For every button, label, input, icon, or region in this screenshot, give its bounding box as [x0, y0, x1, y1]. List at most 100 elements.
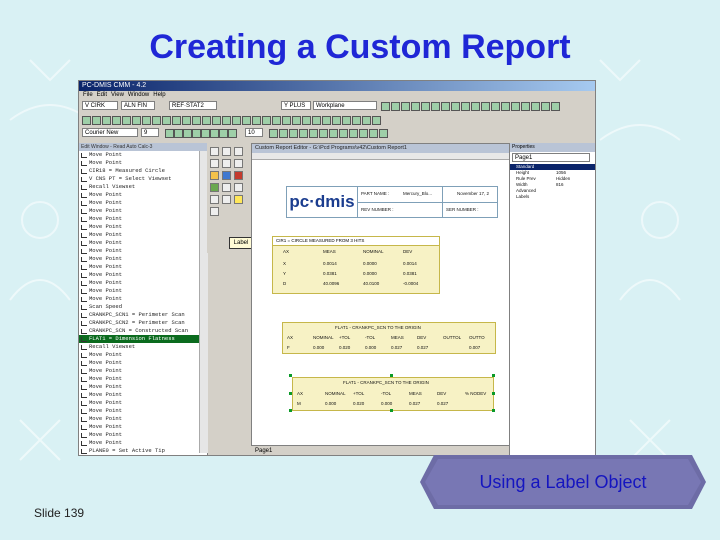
palette-tool-icon[interactable]	[234, 195, 243, 204]
edit-window-line[interactable]: Move Point	[79, 199, 207, 207]
edit-window-line[interactable]: Move Point	[79, 247, 207, 255]
edit-window-line[interactable]: Move Point	[79, 383, 207, 391]
toolbar-icon[interactable]	[541, 102, 550, 111]
circle-dimension-table[interactable]: CIR1 = CIRCLE MEASURED FROM 3 HITS AX MEA…	[272, 236, 440, 294]
toolbar-icon[interactable]	[421, 102, 430, 111]
toolbar-icon[interactable]	[329, 129, 338, 138]
edit-window-line[interactable]: CRANKPC_SCN2 = Perimeter Scan	[79, 319, 207, 327]
toolbar-icon[interactable]	[411, 102, 420, 111]
toolbar-icon[interactable]	[379, 129, 388, 138]
palette-tool-icon[interactable]	[222, 171, 231, 180]
toolbar-icon[interactable]	[183, 129, 192, 138]
toolbar-icon[interactable]	[511, 102, 520, 111]
toolbar-icon[interactable]	[102, 116, 111, 125]
edit-window-line[interactable]: FLAT1 = Dimension Flatness	[79, 335, 207, 343]
edit-window-line[interactable]: CRANKPC_SCN = Constructed Scan	[79, 327, 207, 335]
flatness-table-1[interactable]: FLAT1 - CRANKPC_SCN TO THE ORIGIN AX NOMIN…	[282, 322, 496, 354]
edit-window-line[interactable]: Scan Speed	[79, 303, 207, 311]
edit-window-line[interactable]: Move Point	[79, 287, 207, 295]
toolbar-icon[interactable]	[431, 102, 440, 111]
toolbar-icon[interactable]	[551, 102, 560, 111]
toolbar-icon[interactable]	[112, 116, 121, 125]
toolbar-icon[interactable]	[262, 116, 271, 125]
edit-window-line[interactable]: Move Point	[79, 215, 207, 223]
edit-window-line[interactable]: CIR18 = Measured Circle	[79, 167, 207, 175]
edit-window-line[interactable]: Move Point	[79, 439, 207, 447]
palette-tool-icon[interactable]	[234, 183, 243, 192]
palette-tool-icon[interactable]	[210, 183, 219, 192]
toolbar-icon[interactable]	[142, 116, 151, 125]
toolbar-icon[interactable]	[441, 102, 450, 111]
toolbar-icon[interactable]	[501, 102, 510, 111]
edit-window-line[interactable]: CRANKPC_SCN1 = Perimeter Scan	[79, 311, 207, 319]
edit-window-line[interactable]: Move Point	[79, 239, 207, 247]
toolbar-icon[interactable]	[92, 116, 101, 125]
font-combo[interactable]: Courier New	[82, 128, 138, 137]
toolbar-icon[interactable]	[312, 116, 321, 125]
toolbar-icon[interactable]	[172, 116, 181, 125]
edit-window-line[interactable]: Move Point	[79, 231, 207, 239]
toolbar-icon[interactable]	[521, 102, 530, 111]
toolbar-icon[interactable]	[302, 116, 311, 125]
toolbar-icon[interactable]	[132, 116, 141, 125]
toolbar-icon[interactable]	[219, 129, 228, 138]
font-size-combo[interactable]: 9	[141, 128, 159, 137]
toolbar-icon[interactable]	[192, 116, 201, 125]
toolbar-icon[interactable]	[174, 129, 183, 138]
toolbar-icon[interactable]	[252, 116, 261, 125]
toolbar-icon[interactable]	[282, 116, 291, 125]
palette-tool-icon[interactable]	[210, 159, 219, 168]
edit-window-line[interactable]: Move Point	[79, 415, 207, 423]
toolbar-icon[interactable]	[369, 129, 378, 138]
properties-labels[interactable]: Labels	[510, 194, 595, 200]
edit-window-line[interactable]: Move Point	[79, 191, 207, 199]
toolbar-icon[interactable]	[210, 129, 219, 138]
toolbar-icon[interactable]	[122, 116, 131, 125]
toolbar-icon[interactable]	[82, 116, 91, 125]
edit-window-line[interactable]: Move Point	[79, 263, 207, 271]
palette-tool-icon[interactable]	[234, 171, 243, 180]
zoom-combo[interactable]: 10	[245, 128, 263, 137]
workplane-combo[interactable]: Workplane	[313, 101, 377, 110]
toolbar-icon[interactable]	[201, 129, 210, 138]
edit-window-line[interactable]: Move Point	[79, 159, 207, 167]
palette-tool-icon[interactable]	[234, 159, 243, 168]
toolbar-icon[interactable]	[212, 116, 221, 125]
toolbar-icon[interactable]	[292, 116, 301, 125]
toolbar-icon[interactable]	[309, 129, 318, 138]
toolbar-icon[interactable]	[165, 129, 174, 138]
edit-window-line[interactable]: Move Point	[79, 367, 207, 375]
toolbar-icon[interactable]	[202, 116, 211, 125]
menu-item-0[interactable]: File	[83, 92, 93, 98]
header-label-box[interactable]: pc·dmis PART NAME : Mercury_Blo... Novem…	[286, 186, 498, 218]
edit-window-line[interactable]: Move Point	[79, 223, 207, 231]
edit-window-line[interactable]: Set Active Workplane	[79, 455, 207, 456]
toolbar-icon[interactable]	[228, 129, 237, 138]
properties-object-combo[interactable]: Page1	[512, 153, 590, 162]
toolbar-icon[interactable]	[491, 102, 500, 111]
edit-window-line[interactable]: Move Point	[79, 407, 207, 415]
toolbar-icon[interactable]	[192, 129, 201, 138]
toolbar-icon[interactable]	[152, 116, 161, 125]
palette-tool-icon[interactable]	[222, 159, 231, 168]
edit-window-line[interactable]: Move Point	[79, 399, 207, 407]
edit-window-line[interactable]: PLANE0 = Set Active Tip	[79, 447, 207, 455]
toolbar-icon[interactable]	[222, 116, 231, 125]
toolbar-icon[interactable]	[299, 129, 308, 138]
toolbar-icon[interactable]	[362, 116, 371, 125]
flatness-table-2-selected[interactable]: FLAT1 - CRANKPC_SCN TO THE ORIGIN AX NOMIN…	[292, 377, 494, 411]
toolbar-icon[interactable]	[332, 116, 341, 125]
palette-tool-icon[interactable]	[210, 195, 219, 204]
toolbar-icon[interactable]	[272, 116, 281, 125]
edit-window-line[interactable]: Recall Viewset	[79, 183, 207, 191]
palette-tool-icon[interactable]	[234, 147, 243, 156]
palette-tool-icon[interactable]	[222, 183, 231, 192]
edit-window-line[interactable]: Move Point	[79, 359, 207, 367]
toolbar-icon[interactable]	[339, 129, 348, 138]
edit-window-line[interactable]: Move Point	[79, 279, 207, 287]
toolbar-icon[interactable]	[471, 102, 480, 111]
palette-tool-icon[interactable]	[210, 171, 219, 180]
feature-combo[interactable]: V CIRK	[82, 101, 118, 110]
view-combo[interactable]: Y PLUS	[281, 101, 311, 110]
toolbar-icon[interactable]	[232, 116, 241, 125]
